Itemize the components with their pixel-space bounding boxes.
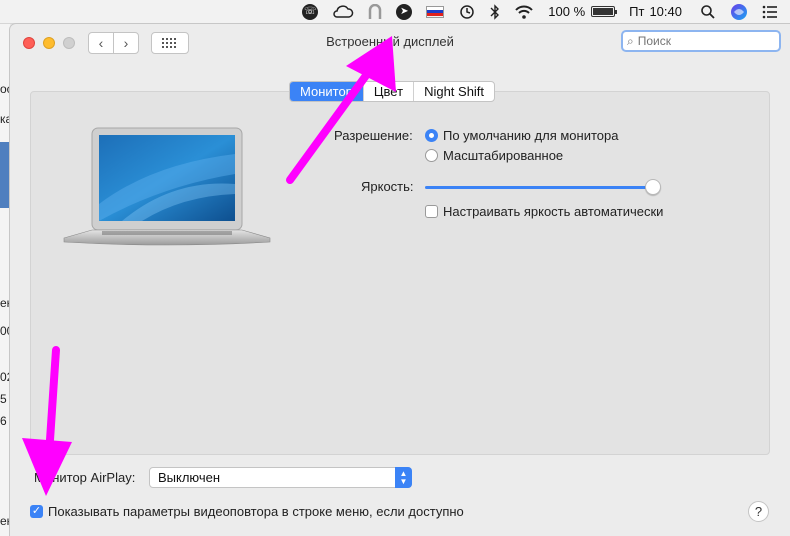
cloud-icon[interactable] — [332, 0, 354, 24]
background-window: ос ка ен 00 02 5 6 р ен — [0, 24, 10, 536]
mirroring-label[interactable]: Показывать параметры видеоповтора в стро… — [48, 504, 464, 519]
vpn-shield-icon[interactable] — [368, 0, 382, 24]
resolution-default-label[interactable]: По умолчанию для монитора — [443, 128, 618, 143]
brightness-label: Яркость: — [361, 179, 414, 194]
airplay-label: Монитор AirPlay: — [34, 470, 136, 485]
telegram-icon[interactable]: ➤ — [396, 0, 413, 24]
zoom-button[interactable] — [63, 37, 75, 49]
time-machine-icon[interactable] — [458, 0, 476, 24]
resolution-scaled-label[interactable]: Масштабированное — [443, 148, 563, 163]
forward-button[interactable]: › — [113, 32, 139, 54]
resolution-default-radio[interactable] — [425, 129, 438, 142]
spotlight-search-icon[interactable] — [700, 0, 716, 24]
background-fragment: ка — [0, 112, 10, 126]
resolution-label: Разрешение: — [334, 128, 413, 143]
brightness-slider-knob[interactable] — [644, 179, 661, 195]
auto-brightness-label[interactable]: Настраивать яркость автоматически — [443, 204, 663, 219]
background-selection — [0, 142, 10, 208]
background-fragment: 6 р — [0, 414, 10, 428]
close-button[interactable] — [23, 37, 35, 49]
menu-bar: ☏ ➤ 100 % Пт 10:40 — [0, 0, 790, 24]
battery-percent[interactable]: 100 % — [548, 0, 585, 24]
siri-icon[interactable] — [730, 0, 748, 24]
search-input[interactable] — [635, 33, 770, 49]
tab-display[interactable]: Монитор — [290, 82, 363, 101]
tab-night-shift[interactable]: Night Shift — [413, 82, 494, 101]
airplay-select-value: Выключен — [158, 470, 221, 485]
mirroring-checkbox[interactable]: ✓ — [30, 505, 43, 518]
menubar-clock[interactable]: 10:40 — [649, 0, 682, 24]
background-fragment: ос — [0, 82, 10, 96]
background-fragment: 02 — [0, 370, 10, 384]
brightness-slider-track[interactable] — [425, 186, 660, 189]
background-fragment: ен — [0, 296, 10, 310]
tab-bar: Монитор Цвет Night Shift — [289, 81, 496, 102]
resolution-scaled-radio[interactable] — [425, 149, 438, 162]
bluetooth-icon[interactable] — [490, 0, 500, 24]
chevron-right-icon: › — [123, 35, 129, 51]
show-all-button[interactable] — [151, 32, 189, 54]
search-field[interactable]: ⌕ — [621, 30, 781, 52]
back-button[interactable]: ‹ — [88, 32, 114, 54]
tab-color[interactable]: Цвет — [362, 82, 413, 101]
display-preferences-window: ‹ › Встроенный дисплей ⌕ Монитор Цвет Ni… — [10, 24, 790, 536]
help-button[interactable]: ? — [748, 501, 769, 522]
minimize-button[interactable] — [43, 37, 55, 49]
input-source-flag-icon[interactable] — [426, 0, 445, 24]
search-icon: ⌕ — [627, 33, 634, 48]
auto-brightness-checkbox[interactable] — [425, 205, 438, 218]
background-fragment: 5 — [0, 392, 7, 406]
window-title: Встроенный дисплей — [326, 34, 454, 49]
select-arrows-icon: ▲ ▼ — [395, 467, 412, 488]
notification-center-icon[interactable] — [762, 0, 778, 24]
title-bar: ‹ › Встроенный дисплей ⌕ — [10, 24, 790, 64]
laptop-illustration — [63, 127, 271, 246]
menubar-day[interactable]: Пт — [629, 0, 644, 24]
grid-icon — [162, 38, 176, 48]
background-fragment: 00 — [0, 324, 10, 338]
background-fragment: ен — [0, 514, 10, 528]
wifi-icon[interactable] — [514, 0, 534, 24]
airplay-select[interactable]: Выключен ▲ ▼ — [149, 467, 412, 488]
viber-icon[interactable]: ☏ — [302, 0, 319, 24]
battery-icon[interactable] — [591, 0, 618, 24]
chevron-left-icon: ‹ — [98, 35, 104, 51]
